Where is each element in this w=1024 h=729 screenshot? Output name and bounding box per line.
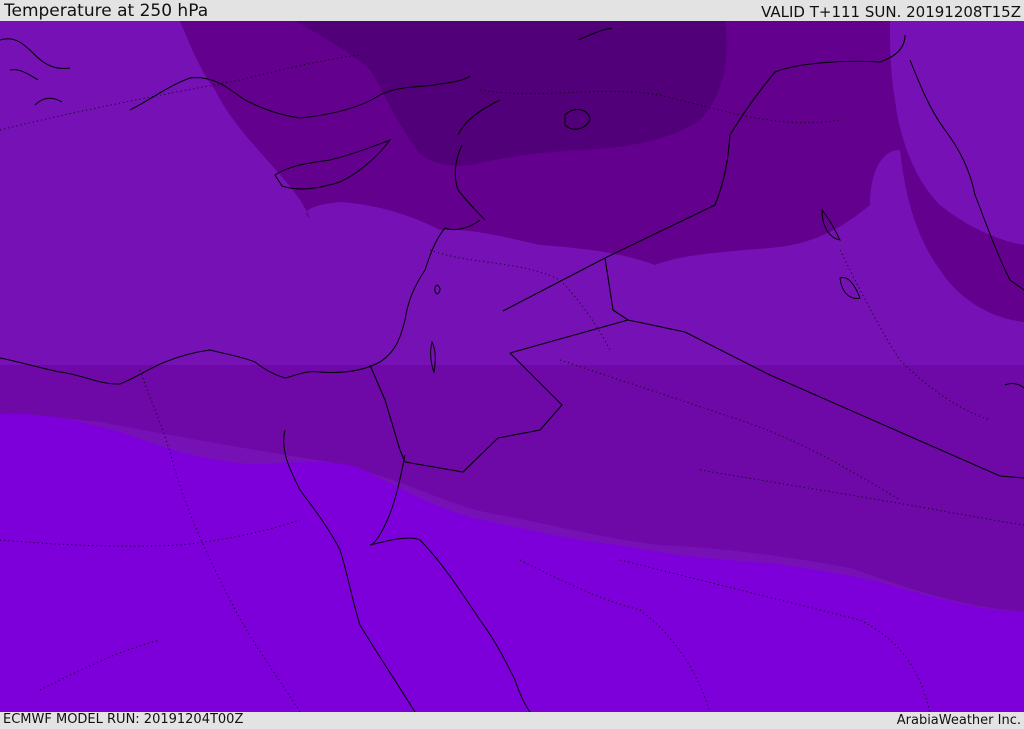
map-title: Temperature at 250 hPa — [4, 1, 209, 21]
model-run-label: ECMWF MODEL RUN: 20191204T00Z — [3, 712, 244, 727]
map-header: Temperature at 250 hPa VALID T+111 SUN. … — [0, 0, 1024, 21]
map-footer: ECMWF MODEL RUN: 20191204T00Z ArabiaWeat… — [0, 712, 1024, 729]
credit-label: ArabiaWeather Inc. — [896, 713, 1021, 728]
temperature-map[interactable] — [0, 21, 1024, 712]
valid-time: VALID T+111 SUN. 20191208T15Z — [761, 3, 1021, 21]
